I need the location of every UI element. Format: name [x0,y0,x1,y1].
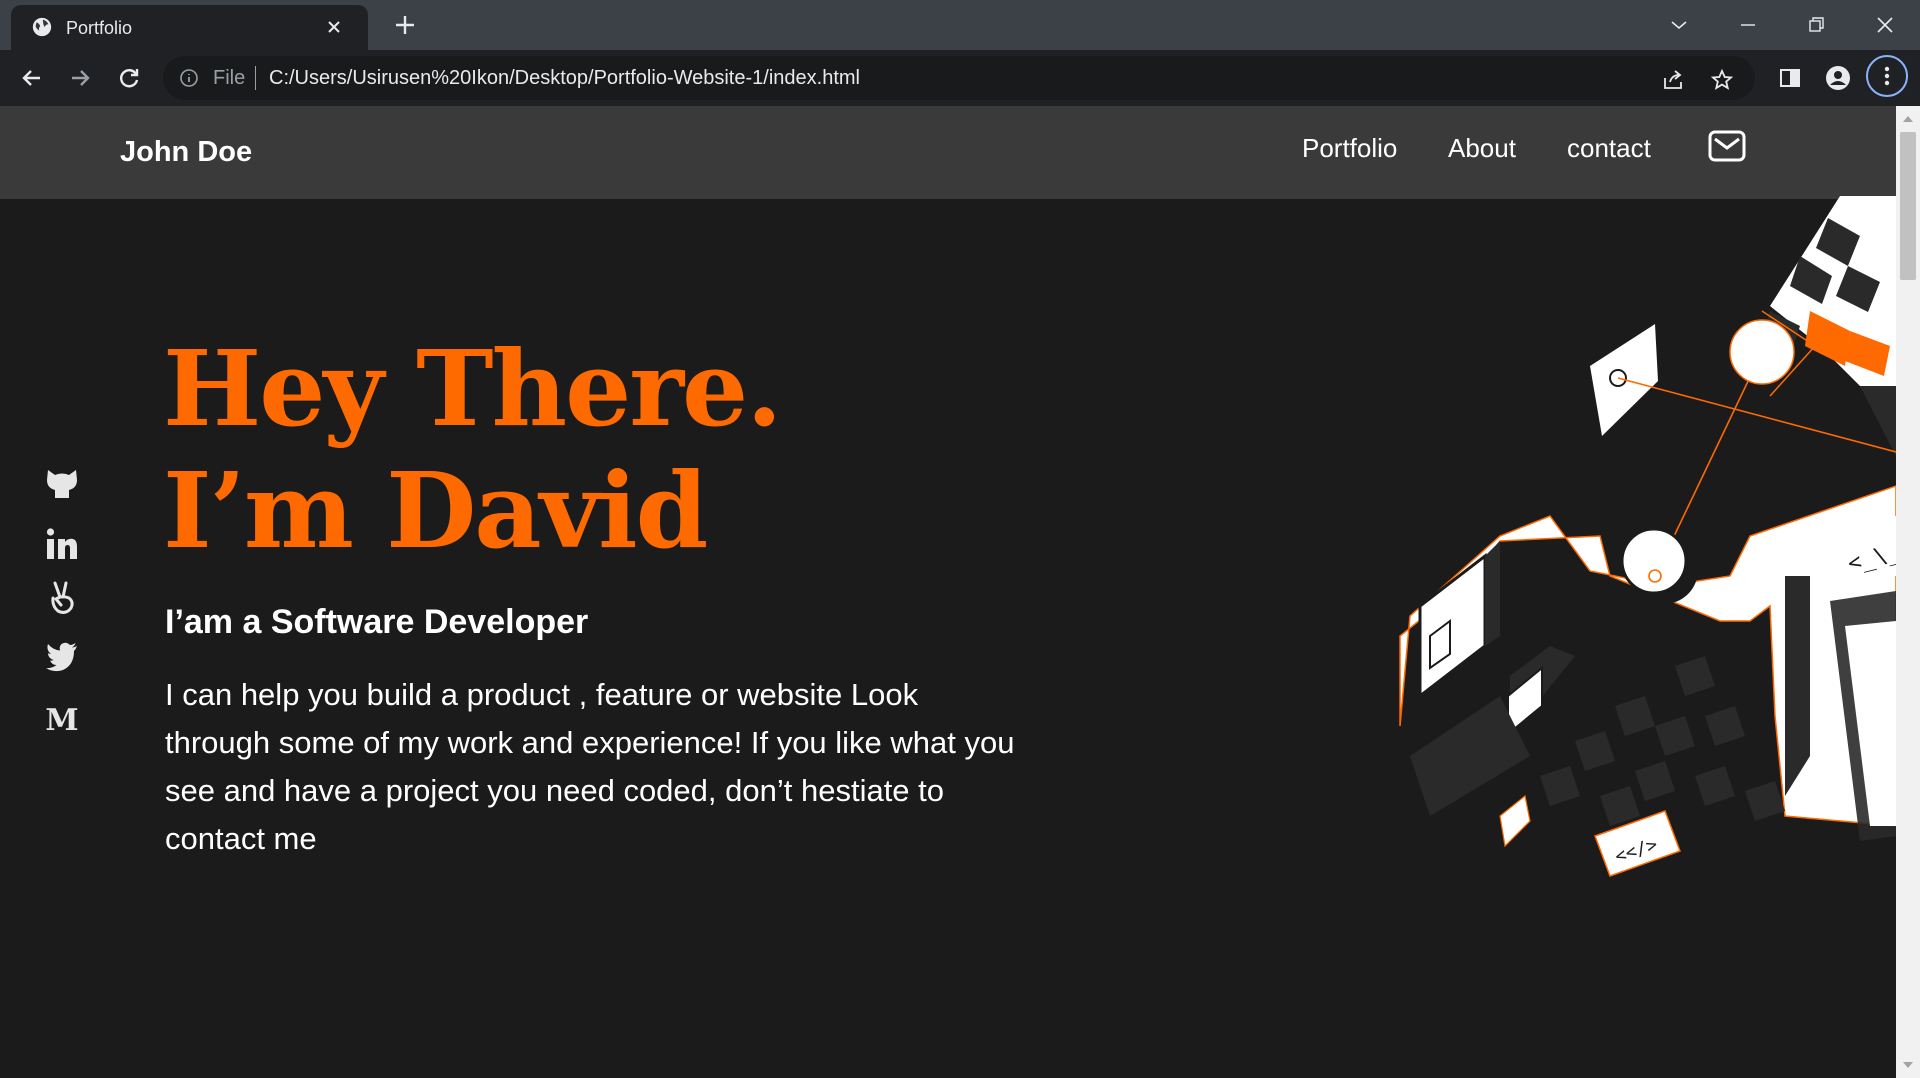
svg-text:M: M [45,703,78,736]
nav-link-portfolio[interactable]: Portfolio [1302,133,1397,164]
medium-icon[interactable]: M [44,700,80,736]
close-icon[interactable] [324,17,344,37]
forward-icon[interactable] [66,64,94,92]
scheme-label: File [213,67,246,89]
back-icon[interactable] [18,64,46,92]
scroll-down-icon[interactable] [1902,1060,1914,1070]
hero-description: I can help you build a product , feature… [165,677,1015,856]
hero-subtitle: I’am a Software Developer [165,603,589,641]
nav-link-contact[interactable]: contact [1567,133,1651,164]
web-page: John Doe Portfolio About contact M Hey T… [0,106,1896,1078]
globe-icon [32,17,52,37]
address-separator [255,66,256,90]
linkedin-icon[interactable] [44,526,80,562]
menu-icon [1884,66,1890,86]
star-icon[interactable] [1710,68,1734,92]
hero-heading-line-2: I’m David [163,449,708,572]
site-navbar: John Doe Portfolio About contact [0,106,1896,199]
plus-icon[interactable] [392,12,418,38]
scrollbar-thumb[interactable] [1900,132,1916,280]
browser-menu-button[interactable] [1866,55,1908,97]
reload-icon[interactable] [115,64,143,92]
angellist-icon[interactable] [44,580,80,616]
profile-icon[interactable] [1824,64,1852,92]
side-panel-icon[interactable] [1776,64,1804,92]
twitter-icon[interactable] [44,638,80,674]
tab-strip: Portfolio [0,0,1920,50]
mail-icon[interactable] [1708,130,1746,162]
tab-title: Portfolio [66,18,133,38]
checker-pattern-bottom [1540,656,1785,826]
hero-heading-line-1: Hey There. [163,327,782,450]
minimize-icon[interactable] [1733,10,1763,40]
developer-illustration: <_\_ <</> [1399,196,1896,877]
info-icon[interactable] [179,68,199,88]
browser-toolbar: File C:/Users/Usirusen%20Ikon/Desktop/Po… [0,50,1920,106]
hero-heading: Hey There. I’m David [163,327,782,572]
chevron-down-icon[interactable] [1664,10,1694,40]
scroll-up-icon[interactable] [1902,114,1914,124]
share-icon[interactable] [1661,68,1685,92]
page-scrollbar[interactable] [1896,106,1920,1078]
browser-tab[interactable]: Portfolio [11,5,368,50]
site-brand[interactable]: John Doe [120,136,252,169]
url-text[interactable]: C:/Users/Usirusen%20Ikon/Desktop/Portfol… [269,67,860,90]
address-bar[interactable]: File C:/Users/Usirusen%20Ikon/Desktop/Po… [163,56,1755,100]
close-window-icon[interactable] [1870,10,1900,40]
nav-link-about[interactable]: About [1448,133,1516,164]
github-icon[interactable] [44,466,80,502]
restore-icon[interactable] [1801,10,1831,40]
